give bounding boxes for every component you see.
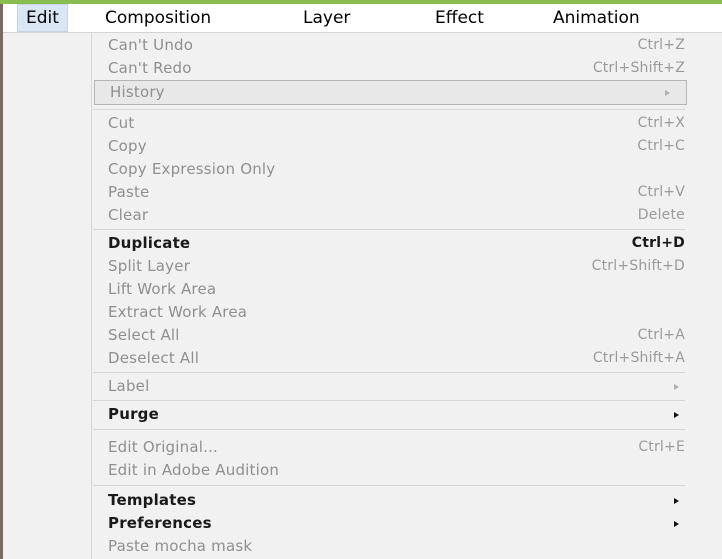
menu-separator <box>93 400 685 401</box>
menu-composition[interactable]: Composition <box>105 4 211 32</box>
menu-item-paste-mocha-mask[interactable]: Paste mocha mask <box>93 535 695 558</box>
menu-item-purge[interactable]: Purge <box>93 403 695 426</box>
menu-item-shortcut: Ctrl+D <box>631 235 685 251</box>
menu-item-shortcut: Ctrl+V <box>637 184 685 200</box>
menu-separator <box>93 372 685 373</box>
menu-item-shortcut: Ctrl+Shift+D <box>591 258 685 274</box>
menu-item-undo[interactable]: Can't Undo Ctrl+Z <box>93 34 695 57</box>
menu-item-label: Templates <box>108 491 197 509</box>
menu-item-label: Cut <box>108 114 135 132</box>
submenu-arrow-icon <box>674 498 679 504</box>
menu-item-label: Can't Undo <box>108 36 194 54</box>
menu-animation[interactable]: Animation <box>553 4 640 32</box>
submenu-arrow-icon <box>674 384 679 390</box>
menu-item-shortcut: Ctrl+C <box>637 138 685 154</box>
menu-item-label: Paste mocha mask <box>108 537 253 555</box>
menu-item-label: Edit Original... <box>108 438 219 456</box>
menu-item-shortcut: Ctrl+X <box>637 115 685 131</box>
submenu-arrow-icon <box>665 90 670 96</box>
menu-item-label: Copy <box>108 137 147 155</box>
menu-item-label: Lift Work Area <box>108 280 217 298</box>
menu-item-history[interactable]: History <box>94 80 687 105</box>
menu-item-label: Paste <box>108 183 150 201</box>
menu-layer[interactable]: Layer <box>303 4 350 32</box>
menu-separator <box>93 429 685 430</box>
menu-item-label: Deselect All <box>108 349 200 367</box>
menu-item-redo[interactable]: Can't Redo Ctrl+Shift+Z <box>93 57 695 80</box>
menu-item-copy-expression-only[interactable]: Copy Expression Only <box>93 158 695 181</box>
menu-separator <box>93 229 685 230</box>
menu-item-label: Label <box>108 377 150 395</box>
menu-separator <box>93 109 685 110</box>
menu-item-clear[interactable]: Clear Delete <box>93 204 695 227</box>
menu-separator <box>93 485 685 486</box>
edit-dropdown-menu: Can't Undo Ctrl+Z Can't Redo Ctrl+Shift+… <box>3 33 722 559</box>
menu-item-cut[interactable]: Cut Ctrl+X <box>93 112 695 135</box>
menu-item-shortcut: Ctrl+E <box>638 439 685 455</box>
menu-item-label: Copy Expression Only <box>108 160 276 178</box>
menu-item-label: Clear <box>108 206 149 224</box>
menu-item-shortcut: Ctrl+Shift+Z <box>592 60 685 76</box>
menu-item-label: Can't Redo <box>108 59 192 77</box>
menu-item-lift-work-area[interactable]: Lift Work Area <box>93 278 695 301</box>
menu-item-templates[interactable]: Templates <box>93 489 695 512</box>
menu-edit[interactable]: Edit <box>17 4 68 32</box>
menu-item-deselect-all[interactable]: Deselect All Ctrl+Shift+A <box>93 347 695 370</box>
menu-item-label: Purge <box>108 405 159 423</box>
menu-item-shortcut: Delete <box>637 207 685 223</box>
menu-item-label: Split Layer <box>108 257 191 275</box>
menu-item-label: Preferences <box>108 514 212 532</box>
menu-item-label-submenu[interactable]: Label <box>93 375 695 398</box>
menu-bar: Edit Composition Layer Effect Animation <box>3 4 722 33</box>
submenu-arrow-icon <box>674 412 679 418</box>
menu-item-label: Duplicate <box>108 234 191 252</box>
menu-item-shortcut: Ctrl+Z <box>637 37 685 53</box>
menu-icon-gutter <box>3 33 92 559</box>
menu-item-preferences[interactable]: Preferences <box>93 512 695 535</box>
menu-item-duplicate[interactable]: Duplicate Ctrl+D <box>93 232 695 255</box>
menu-item-label: Edit in Adobe Audition <box>108 461 280 479</box>
menu-item-label: Select All <box>108 326 180 344</box>
menu-item-shortcut: Ctrl+A <box>637 327 685 343</box>
submenu-arrow-icon <box>674 521 679 527</box>
menu-item-split-layer[interactable]: Split Layer Ctrl+Shift+D <box>93 255 695 278</box>
menu-item-label: History <box>110 83 165 101</box>
menu-item-label: Extract Work Area <box>108 303 248 321</box>
menu-item-copy[interactable]: Copy Ctrl+C <box>93 135 695 158</box>
menu-effect[interactable]: Effect <box>435 4 484 32</box>
menu-item-extract-work-area[interactable]: Extract Work Area <box>93 301 695 324</box>
menu-item-edit-original[interactable]: Edit Original... Ctrl+E <box>93 436 695 459</box>
menu-item-shortcut: Ctrl+Shift+A <box>592 350 685 366</box>
menu-item-paste[interactable]: Paste Ctrl+V <box>93 181 695 204</box>
menu-item-edit-in-adobe-audition[interactable]: Edit in Adobe Audition <box>93 459 695 482</box>
menu-item-select-all[interactable]: Select All Ctrl+A <box>93 324 695 347</box>
